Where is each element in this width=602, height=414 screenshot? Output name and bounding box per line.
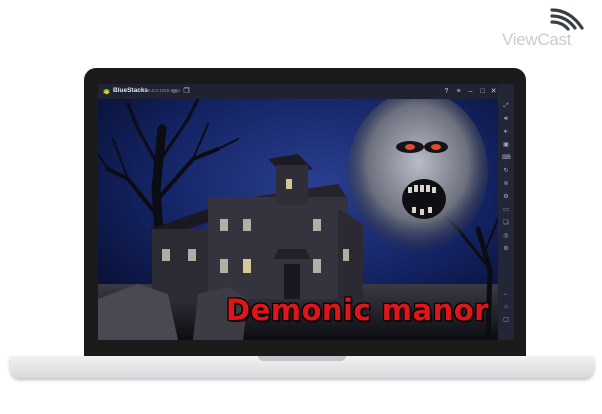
app-name: BlueStacks: [113, 87, 149, 94]
multi-instance-icon[interactable]: ❐: [182, 87, 191, 96]
volume-up-icon[interactable]: 🔊︎: [502, 115, 510, 123]
menu-icon[interactable]: ≡: [454, 87, 463, 96]
laptop-hinge-notch: [258, 356, 346, 361]
viewcast-logo: ViewCast: [500, 6, 596, 50]
maximize-icon[interactable]: □: [478, 87, 487, 96]
close-icon[interactable]: ✕: [489, 87, 498, 96]
macro-icon[interactable]: ⚙: [502, 193, 510, 201]
bluestacks-logo-icon: [102, 88, 111, 95]
eco-mode-icon[interactable]: ◎: [502, 232, 510, 240]
back-icon[interactable]: ←: [502, 290, 510, 298]
multi-instance-manager-icon[interactable]: ❏: [502, 219, 510, 227]
home-icon[interactable]: ⌂: [170, 87, 179, 96]
minimize-icon[interactable]: –: [466, 87, 475, 96]
volume-down-icon[interactable]: 🔉︎: [502, 128, 510, 136]
emulator-titlebar: BlueStacks 5.0.0.1026 Beta ⌂ ❐ ? ≡ – □ ✕…: [98, 84, 514, 99]
fullscreen-icon[interactable]: ⤢: [502, 102, 510, 110]
screen-record-icon[interactable]: ▣: [502, 141, 510, 149]
laptop-base: [10, 356, 594, 378]
help-icon[interactable]: ?: [442, 87, 451, 96]
settings-icon[interactable]: ⚙: [502, 245, 510, 253]
game-title: Demonic manor: [226, 293, 489, 327]
game-screen[interactable]: Demonic manor: [98, 99, 498, 340]
recent-apps-icon[interactable]: ▢: [502, 316, 510, 324]
emulator-sidebar: ⤢ 🔊︎ 🔉︎ ▣ ⌨ ↻ ≋ ⚙ ▭ ❏ ◎ ⚙ ← ⌂ ▢: [498, 84, 514, 340]
brand-name: ViewCast: [502, 30, 572, 49]
shake-icon[interactable]: ≋: [502, 180, 510, 188]
keyboard-icon[interactable]: ⌨: [502, 154, 511, 162]
broadcast-waves-icon: [550, 8, 584, 31]
home-icon[interactable]: ⌂: [502, 303, 510, 311]
folder-icon[interactable]: ▭: [502, 206, 510, 214]
rotate-icon[interactable]: ↻: [502, 167, 510, 175]
emulator-window: BlueStacks 5.0.0.1026 Beta ⌂ ❐ ? ≡ – □ ✕…: [98, 84, 514, 340]
